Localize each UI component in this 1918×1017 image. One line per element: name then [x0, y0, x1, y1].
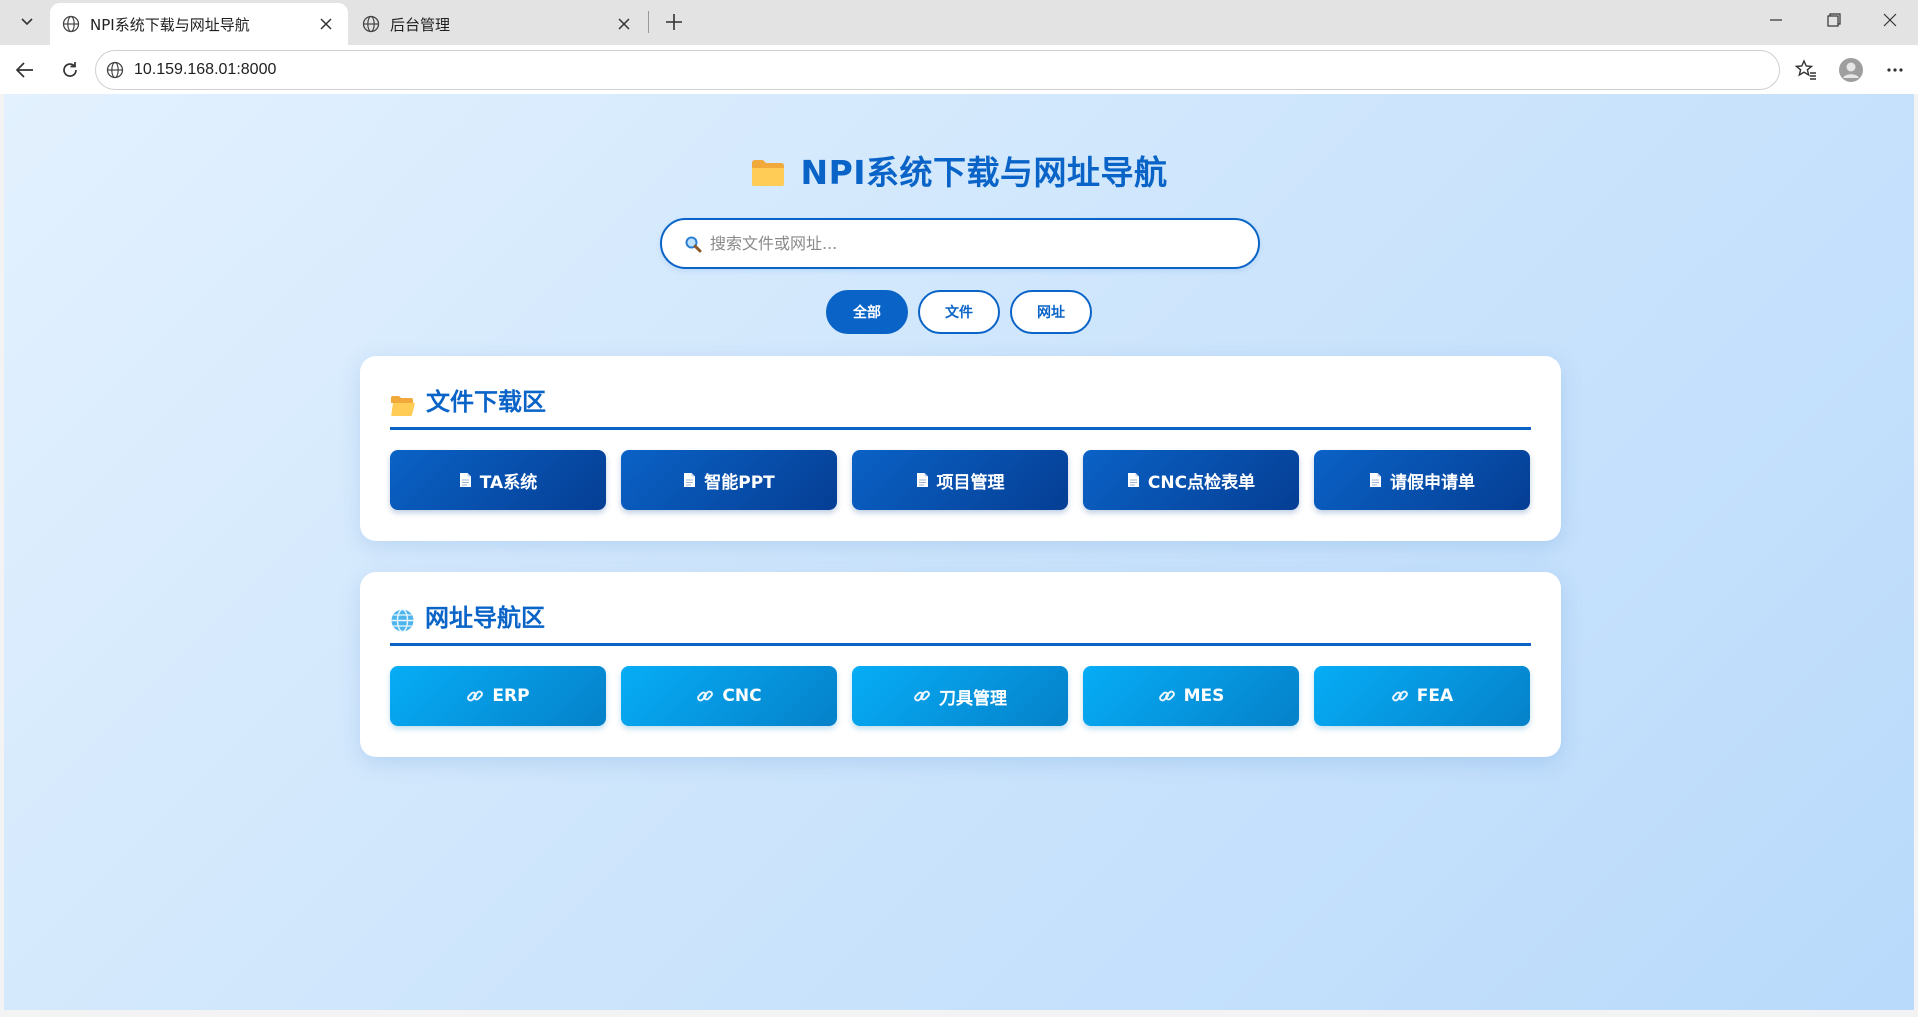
profile-button[interactable]	[1832, 51, 1870, 89]
file-card[interactable]: TA系统	[390, 450, 606, 510]
globe-icon	[362, 15, 380, 33]
link-card-list: ERP CNC 刀具管理 MES FEA	[390, 666, 1531, 726]
files-section-title: 文件下载区	[426, 388, 546, 416]
browser-toolbar: 10.159.168.01:8000	[0, 45, 1918, 94]
filter-files-button[interactable]: 文件	[918, 290, 1000, 334]
link-card[interactable]: 刀具管理	[852, 666, 1068, 726]
globe-icon	[106, 61, 124, 79]
filter-group: 全部 文件 网址	[4, 290, 1914, 334]
tab-admin[interactable]: 后台管理	[350, 3, 646, 45]
files-section: 文件下载区 TA系统 智能PPT 项目管理 CNC点检表单 请假申请单	[360, 356, 1561, 541]
document-icon	[1127, 472, 1140, 488]
file-card-label: 请假申请单	[1390, 472, 1475, 493]
link-card-label: 刀具管理	[939, 688, 1007, 709]
restore-button[interactable]	[1806, 0, 1862, 40]
search-input[interactable]	[710, 234, 1230, 253]
link-card[interactable]: MES	[1083, 666, 1299, 726]
tab-actions-menu-button[interactable]	[7, 5, 47, 37]
files-section-header: 文件下载区	[390, 356, 1531, 430]
filter-all-button[interactable]: 全部	[826, 290, 908, 334]
link-card-label: MES	[1183, 686, 1225, 706]
file-card[interactable]: CNC点检表单	[1083, 450, 1299, 510]
open-folder-icon	[390, 395, 416, 417]
link-card[interactable]: FEA	[1314, 666, 1530, 726]
ellipsis-icon	[1887, 68, 1903, 72]
favorites-button[interactable]	[1787, 51, 1825, 89]
close-window-button[interactable]	[1862, 0, 1918, 40]
page-title-text: NPI系统下载与网址导航	[800, 153, 1168, 192]
link-card-label: FEA	[1416, 686, 1454, 706]
page-viewport: NPI系统下载与网址导航 全部 文件 网址 文件下载区 TA系统 智能PPT	[4, 94, 1914, 1010]
link-card[interactable]: ERP	[390, 666, 606, 726]
tab-title: NPI系统下载与网址导航	[90, 15, 250, 34]
close-tab-icon[interactable]	[614, 14, 634, 34]
file-card[interactable]: 智能PPT	[621, 450, 837, 510]
document-icon	[683, 472, 696, 488]
avatar-icon	[1839, 58, 1863, 82]
tab-divider	[648, 11, 649, 33]
document-icon	[1369, 472, 1382, 488]
more-menu-button[interactable]	[1876, 51, 1914, 89]
file-card-list: TA系统 智能PPT 项目管理 CNC点检表单 请假申请单	[390, 450, 1531, 510]
file-card-label: TA系统	[479, 472, 538, 493]
chain-link-icon	[1158, 687, 1176, 705]
links-section: 网址导航区 ERP CNC 刀具管理 MES FEA	[360, 572, 1561, 757]
folder-icon	[750, 157, 786, 196]
close-icon	[1883, 13, 1897, 27]
globe-icon	[62, 15, 80, 33]
new-tab-button[interactable]	[658, 6, 690, 38]
filter-links-button[interactable]: 网址	[1010, 290, 1092, 334]
link-card[interactable]: CNC	[621, 666, 837, 726]
file-card-label: CNC点检表单	[1147, 472, 1256, 493]
chevron-down-icon	[21, 18, 33, 26]
globe-icon	[390, 608, 415, 633]
browser-tab-bar: NPI系统下载与网址导航 后台管理	[0, 0, 1918, 45]
file-card-label: 项目管理	[936, 472, 1005, 493]
tab-title: 后台管理	[390, 15, 451, 34]
document-icon	[459, 472, 472, 488]
page-title: NPI系统下载与网址导航	[4, 146, 1914, 196]
search-box[interactable]	[660, 218, 1260, 269]
back-button[interactable]	[6, 51, 44, 89]
chain-link-icon	[696, 687, 714, 705]
file-card[interactable]: 项目管理	[852, 450, 1068, 510]
arrow-left-icon	[15, 62, 33, 78]
file-card[interactable]: 请假申请单	[1314, 450, 1530, 510]
tab-npi[interactable]: NPI系统下载与网址导航	[50, 3, 348, 45]
chain-link-icon	[913, 687, 931, 705]
chain-link-icon	[1391, 687, 1409, 705]
magnifier-icon	[685, 236, 702, 252]
close-tab-icon[interactable]	[316, 14, 336, 34]
star-list-icon	[1795, 59, 1816, 80]
url-text: 10.159.168.01:8000	[134, 61, 277, 78]
plus-icon	[666, 14, 682, 30]
refresh-icon	[63, 62, 77, 77]
address-bar[interactable]: 10.159.168.01:8000	[95, 50, 1780, 90]
link-card-label: CNC	[722, 686, 762, 706]
file-card-label: 智能PPT	[704, 472, 775, 493]
link-card-label: ERP	[492, 686, 530, 706]
links-section-title: 网址导航区	[425, 604, 545, 632]
reload-button[interactable]	[51, 51, 89, 89]
links-section-header: 网址导航区	[390, 572, 1531, 646]
document-icon	[916, 472, 929, 488]
minimize-button[interactable]	[1748, 0, 1804, 40]
chain-link-icon	[466, 687, 484, 705]
restore-icon	[1827, 13, 1841, 27]
minimize-icon	[1770, 19, 1782, 21]
